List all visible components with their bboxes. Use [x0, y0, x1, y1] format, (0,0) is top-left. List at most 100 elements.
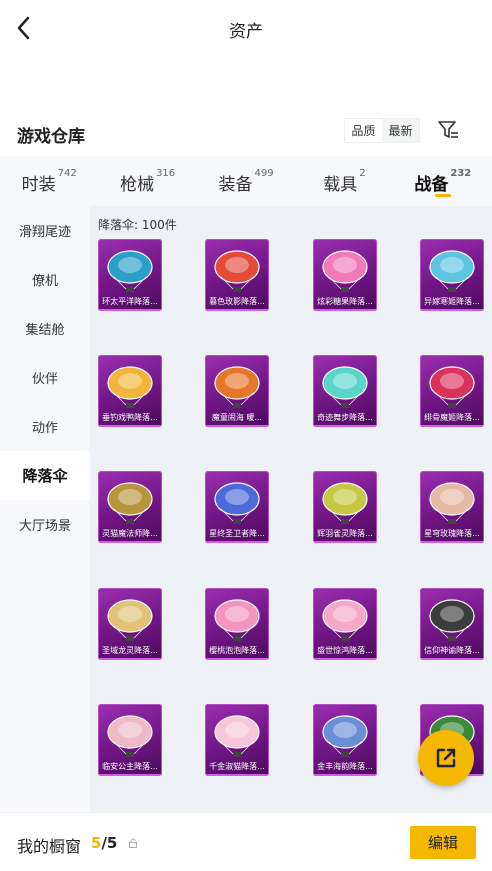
rarity-stripe: [98, 541, 162, 543]
parachute-icon: [322, 250, 368, 292]
filter-button[interactable]: [436, 118, 462, 142]
inventory-item[interactable]: 魔童闹海 暖...: [205, 355, 269, 427]
inventory-item[interactable]: 辉羽雀灵降落...: [313, 471, 377, 543]
inventory-item[interactable]: 绯骨魔姬降落...: [420, 355, 484, 427]
tab-count: 316: [156, 168, 176, 179]
category-tabs: 时装 742 枪械 316 装备 499 载具 2 战备 232: [0, 156, 492, 206]
parachute-icon: [429, 482, 475, 524]
showcase-current: 5: [91, 834, 102, 852]
parachute-icon: [107, 366, 153, 408]
parachute-icon: [214, 366, 260, 408]
side-item-glide-trail[interactable]: 滑翔尾迹: [0, 206, 90, 255]
item-name: 盛世惊鸿降落...: [317, 646, 373, 655]
inventory-item[interactable]: 星终圣卫者降...: [205, 471, 269, 543]
inventory-item[interactable]: 炫彩糖果降落...: [313, 239, 377, 311]
parachute-icon: [214, 599, 260, 641]
parachute-icon: [214, 715, 260, 757]
page-title: 资产: [229, 22, 263, 42]
parachute-icon: [107, 715, 153, 757]
side-item-parachute[interactable]: 降落伞: [0, 451, 90, 500]
tab-vehicles[interactable]: 载具 2: [295, 156, 393, 206]
item-name: 暮色玫影降落...: [209, 297, 265, 306]
showcase-label: 我的橱窗: [17, 837, 82, 856]
parachute-icon: [322, 715, 368, 757]
item-name: 信仰神谕降落...: [424, 646, 480, 655]
rarity-stripe: [98, 425, 162, 427]
item-grid: 降落伞: 100件 环太平洋降落... 暮色玫影降落... 炫彩糖果降落... 异嫁寒…: [90, 206, 492, 813]
bottom-bar: 我的橱窗 5/5 编辑: [0, 813, 492, 871]
tab-count: 232: [450, 168, 472, 179]
item-name: 绯骨魔姬降落...: [424, 413, 480, 422]
item-name: 环太平洋降落...: [102, 297, 158, 306]
inventory-item[interactable]: 灵猫魔法师降...: [98, 471, 162, 543]
inventory-item[interactable]: 千金淑猫降落...: [205, 704, 269, 776]
item-name: 樱桃泡泡降落...: [209, 646, 265, 655]
external-link-icon: [436, 748, 456, 768]
asset-page: 资产 游戏仓库 品质 最新 时装 742 枪械 316 装备 499 载具 2 战备 23…: [0, 0, 492, 871]
sort-quality-button[interactable]: 品质: [345, 119, 382, 142]
rarity-stripe: [98, 774, 162, 776]
item-name: 异嫁寒姬降落...: [424, 297, 480, 306]
side-menu: 滑翔尾迹 僚机 集结舱 伙伴 动作 降落伞 大厅场景: [0, 206, 90, 813]
tab-fashion[interactable]: 时装 742: [0, 156, 98, 206]
tab-label: 载具: [323, 175, 358, 195]
tab-equipment[interactable]: 装备 499: [197, 156, 295, 206]
inventory-item[interactable]: 星穹玫瑰降落...: [420, 471, 484, 543]
side-item-pod[interactable]: 集结舱: [0, 304, 90, 353]
item-name: 奇迹舞步降落...: [317, 413, 373, 422]
inventory-item[interactable]: 信仰神谕降落...: [420, 588, 484, 660]
item-name: 千金淑猫降落...: [209, 762, 265, 771]
inventory-item[interactable]: 奇迹舞步降落...: [313, 355, 377, 427]
parachute-icon: [214, 482, 260, 524]
inventory-item[interactable]: 异嫁寒姬降落...: [420, 239, 484, 311]
inventory-item[interactable]: 圣域龙灵降落...: [98, 588, 162, 660]
inventory-item[interactable]: 金丰海韵降落...: [313, 704, 377, 776]
parachute-icon: [322, 482, 368, 524]
parachute-icon: [214, 250, 260, 292]
showcase-count: 5/5: [91, 834, 117, 852]
side-item-wingman[interactable]: 僚机: [0, 255, 90, 304]
tab-count: 2: [359, 168, 366, 179]
top-bar: 资产: [0, 0, 492, 58]
edit-button[interactable]: 编辑: [410, 826, 476, 859]
tab-label: 装备: [218, 175, 253, 195]
side-item-emote[interactable]: 动作: [0, 402, 90, 451]
tab-guns[interactable]: 枪械 316: [98, 156, 196, 206]
rarity-stripe: [313, 425, 377, 427]
item-name: 辉羽雀灵降落...: [317, 529, 373, 538]
rarity-stripe: [420, 309, 484, 311]
parachute-icon: [322, 366, 368, 408]
item-name: 圣域龙灵降落...: [102, 646, 158, 655]
item-name: 星穹玫瑰降落...: [424, 529, 480, 538]
parachute-icon: [429, 250, 475, 292]
side-item-partner[interactable]: 伙伴: [0, 353, 90, 402]
sort-toggle: 品质 最新: [344, 118, 420, 143]
item-name: 星终圣卫者降...: [209, 529, 265, 538]
inventory-item[interactable]: 盛世惊鸿降落...: [313, 588, 377, 660]
parachute-icon: [107, 250, 153, 292]
share-button[interactable]: [418, 730, 474, 786]
section-title: 游戏仓库: [17, 127, 85, 147]
sort-latest-button[interactable]: 最新: [382, 119, 419, 142]
tab-battle-prep[interactable]: 战备 232: [394, 156, 492, 206]
tab-count: 742: [57, 168, 77, 179]
showcase-max: 5: [106, 834, 118, 852]
filter-icon: [438, 121, 458, 138]
rarity-stripe: [313, 658, 377, 660]
inventory-item[interactable]: 暮色玫影降落...: [205, 239, 269, 311]
rarity-stripe: [313, 774, 377, 776]
rarity-stripe: [420, 541, 484, 543]
inventory-item[interactable]: 临安公主降落...: [98, 704, 162, 776]
item-name: 临安公主降落...: [102, 762, 158, 771]
inventory-item[interactable]: 樱桃泡泡降落...: [205, 588, 269, 660]
rarity-stripe: [313, 541, 377, 543]
inventory-item[interactable]: 垂钓戏鸭降落...: [98, 355, 162, 427]
rarity-stripe: [420, 658, 484, 660]
lock-icon: [129, 838, 137, 848]
tab-label: 枪械: [120, 175, 155, 195]
side-item-lobby-scene[interactable]: 大厅场景: [0, 500, 90, 549]
parachute-icon: [429, 599, 475, 641]
item-name: 灵猫魔法师降...: [102, 529, 158, 538]
rarity-stripe: [205, 309, 269, 311]
inventory-item[interactable]: 环太平洋降落...: [98, 239, 162, 311]
